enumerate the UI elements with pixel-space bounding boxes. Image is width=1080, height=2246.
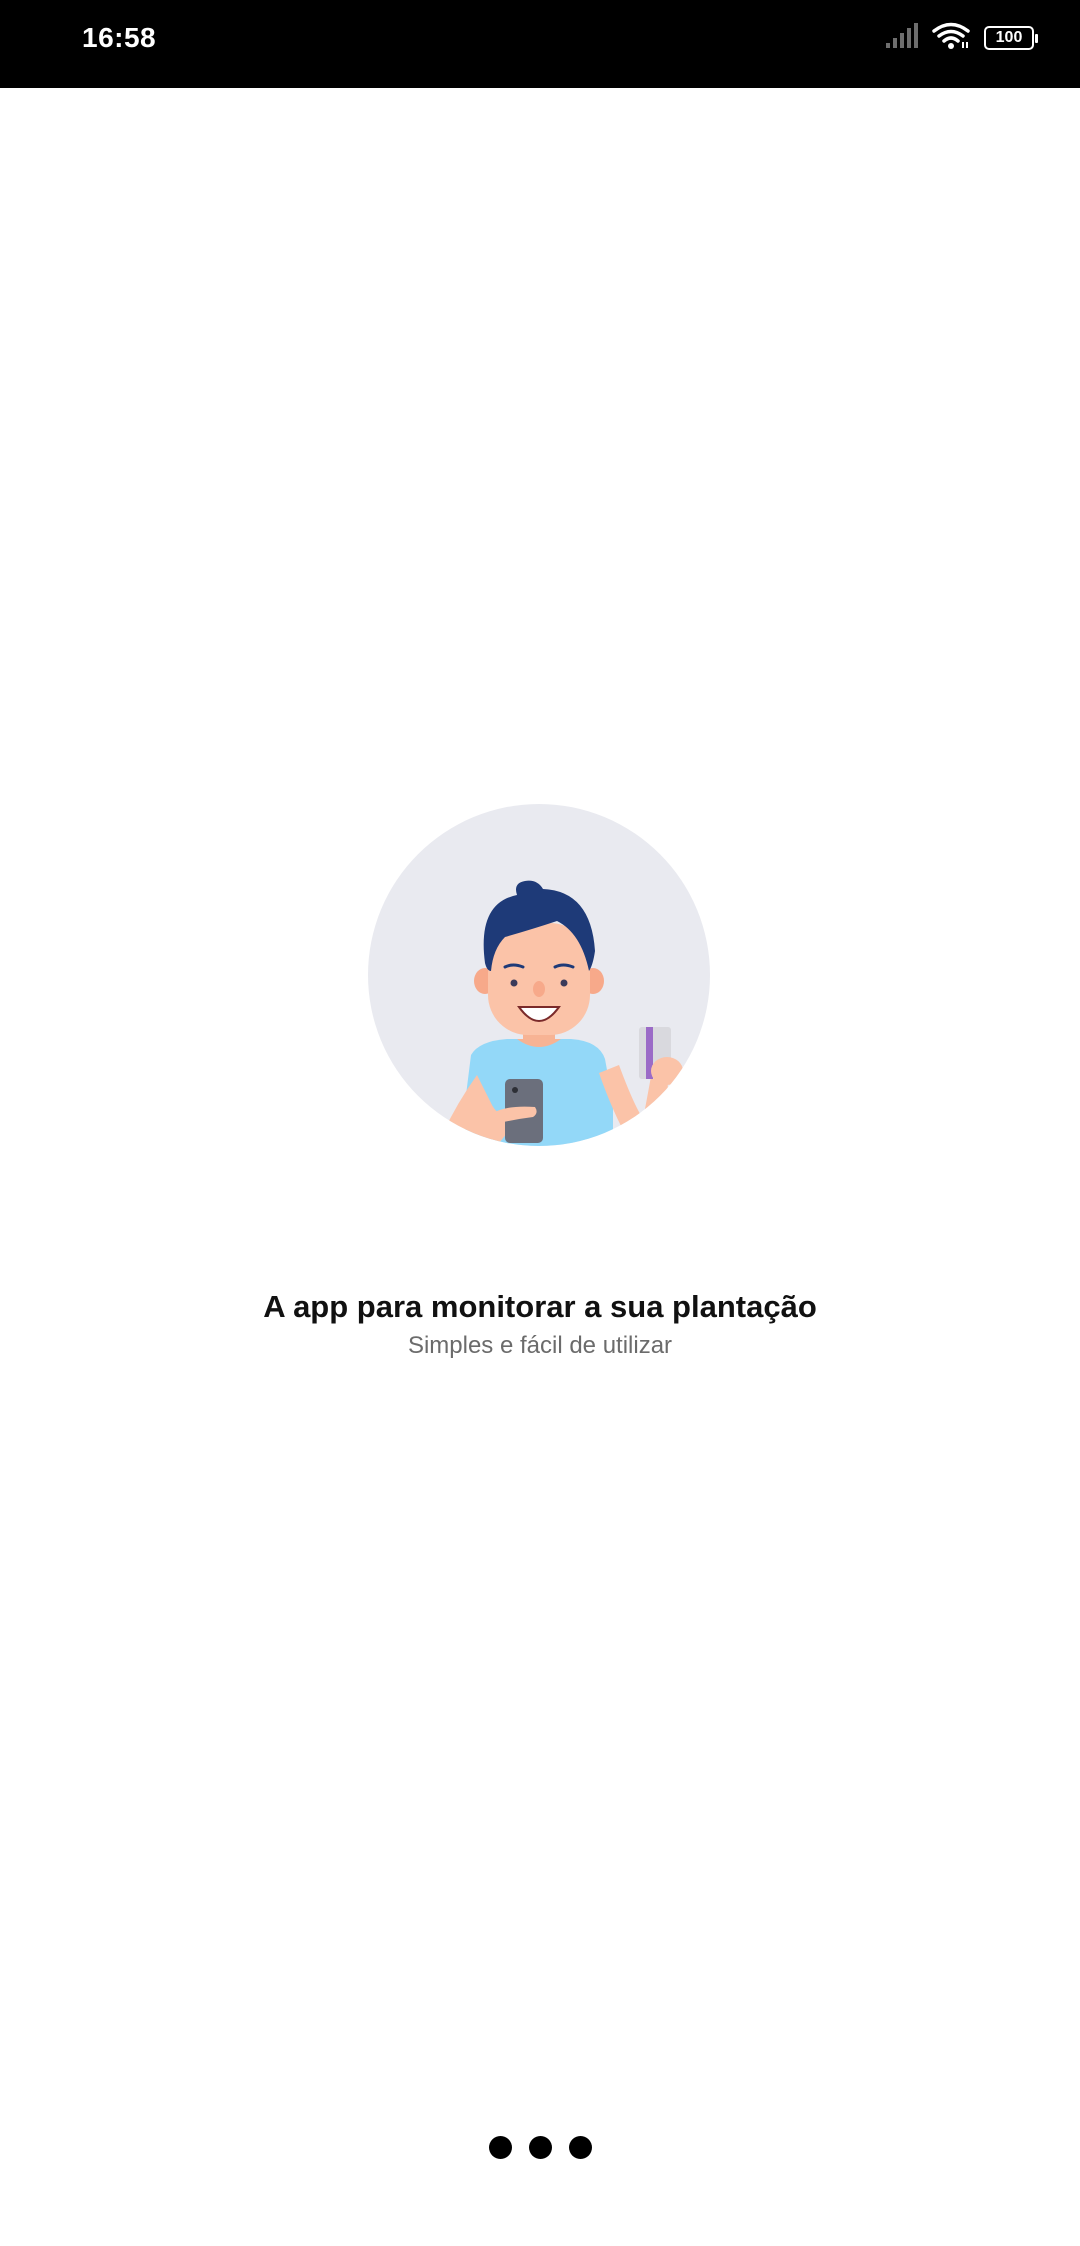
- status-time: 16:58: [82, 22, 157, 53]
- wifi-icon: [932, 22, 970, 55]
- loading-dot: [488, 2136, 512, 2159]
- person-with-phone-and-card-illustration: [367, 803, 711, 1147]
- loading-dot: [568, 2136, 592, 2159]
- loading-dot: [528, 2136, 552, 2159]
- signal-icon: [884, 22, 918, 54]
- battery-level: 100: [995, 29, 1023, 46]
- loading-indicator: [0, 2136, 1080, 2159]
- status-bar: 16:58 100: [0, 0, 1080, 88]
- battery-icon: 100: [984, 26, 1038, 50]
- onboarding-title: A app para monitorar a sua plantação: [263, 1289, 817, 1324]
- onboarding-screen: [0, 88, 1080, 2246]
- status-icons: 100: [884, 22, 1038, 55]
- onboarding-subtitle: Simples e fácil de utilizar: [407, 1332, 673, 1359]
